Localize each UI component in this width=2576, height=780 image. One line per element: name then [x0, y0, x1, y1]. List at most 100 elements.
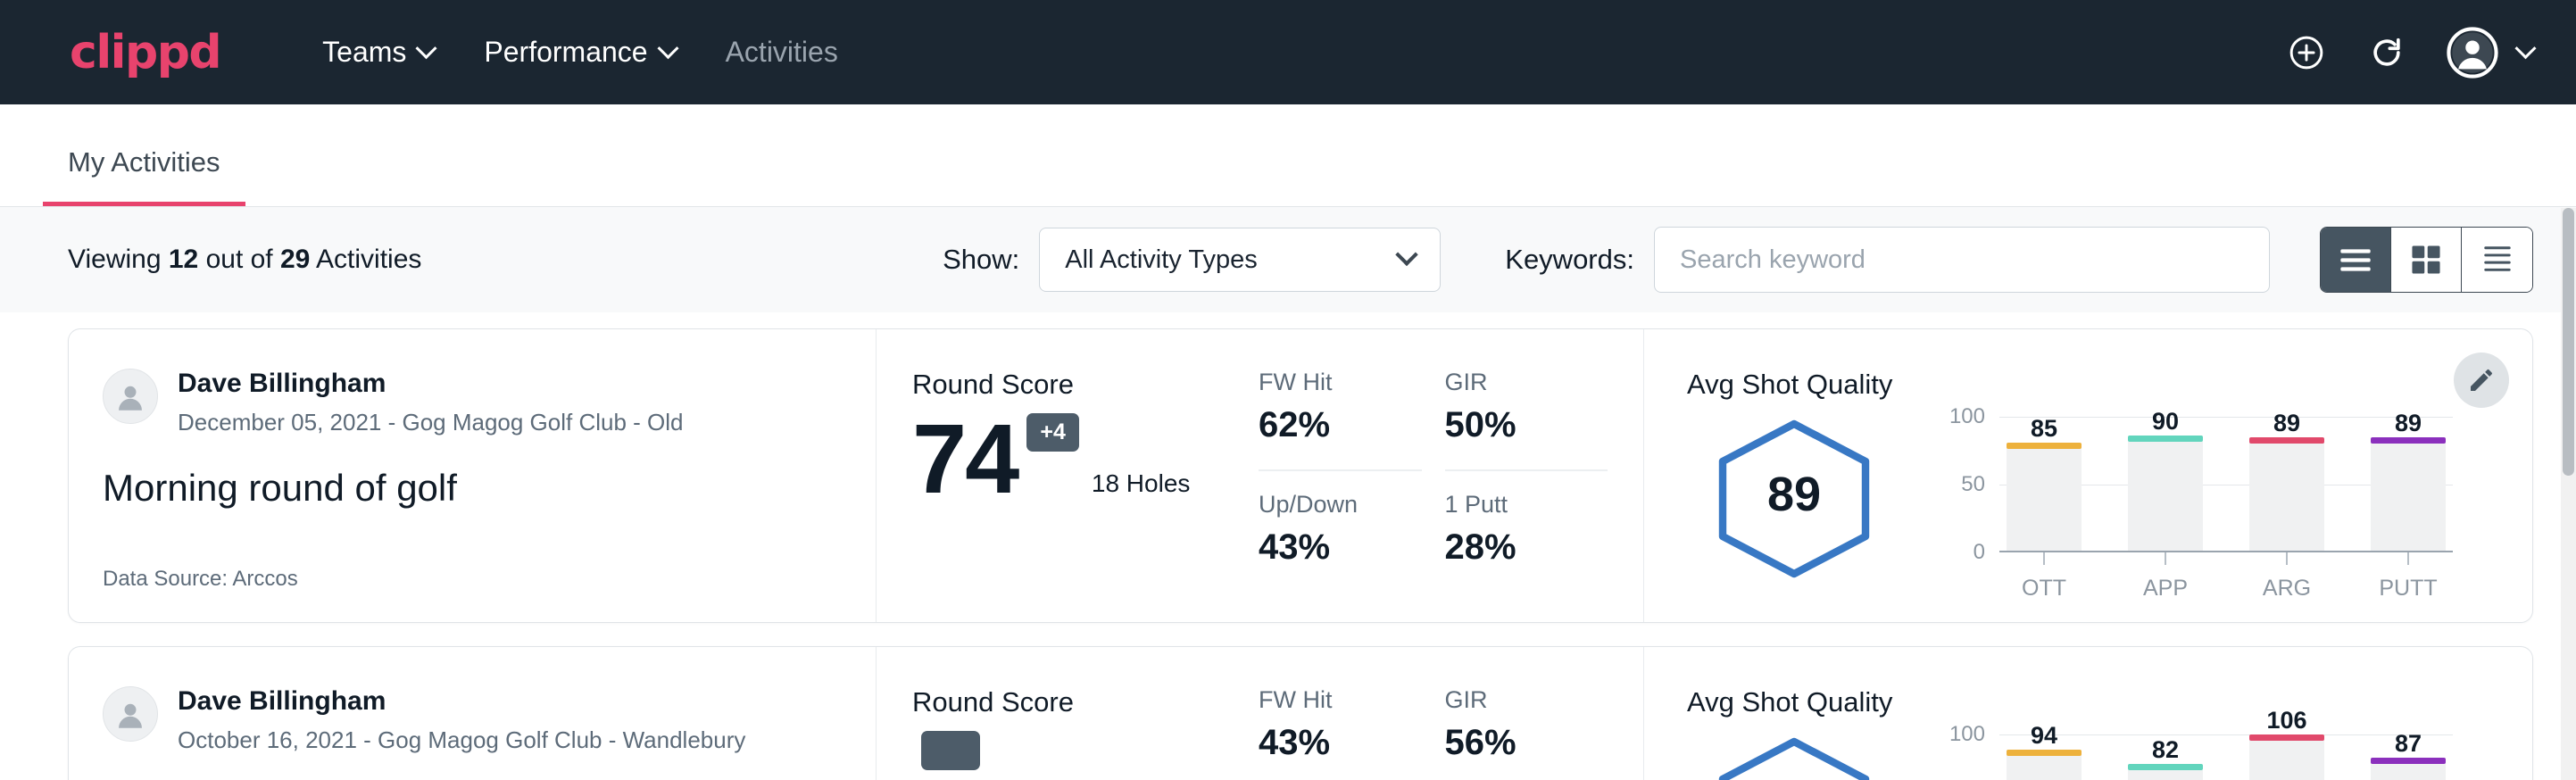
search-input[interactable]: [1654, 227, 2270, 293]
stat-fw-hit: FW Hit 43%: [1259, 686, 1422, 780]
nav-item-teams-label: Teams: [322, 36, 406, 69]
round-score-label: Round Score: [912, 686, 1251, 718]
activity-card[interactable]: Dave Billingham December 05, 2021 - Gog …: [68, 328, 2533, 623]
stat-gir-value: 56%: [1445, 723, 1608, 763]
bar-app-cap: [2128, 764, 2203, 770]
chart-plot-area: 100 50 0 94 82: [1999, 734, 2453, 780]
view-mode-toggle: [2320, 227, 2533, 293]
avg-shot-quality-section: Avg Shot Quality 89 100 50 0: [1644, 329, 2532, 622]
filter-bar: Viewing 12 out of 29 Activities Show: Al…: [0, 207, 2576, 312]
chevron-down-icon: [416, 37, 437, 59]
chart-ticks: [2007, 552, 2446, 565]
bar-putt-cap: [2371, 437, 2446, 444]
person-icon: [112, 378, 149, 415]
bar-arg-value: 89: [2249, 410, 2324, 437]
brand-logo[interactable]: clippd: [70, 29, 220, 76]
avg-shot-quality-body: 100 50 0 94 82: [1687, 734, 2497, 780]
score-to-par-badge: +4: [1026, 413, 1079, 452]
chart-x-labels: OTT APP ARG PUTT: [2007, 576, 2446, 602]
bar-ott-cap: [2007, 750, 2082, 756]
bar-arg-cap: [2249, 734, 2324, 741]
ytick-50: 50: [1961, 472, 1985, 497]
xlabel-arg: ARG: [2249, 576, 2324, 602]
tick-arg: [2249, 552, 2324, 565]
chevron-down-icon: [2514, 37, 2536, 59]
nav-item-teams[interactable]: Teams: [297, 36, 459, 69]
bar-ott: 85: [2007, 417, 2082, 551]
avatar: [103, 686, 158, 742]
bar-ott-value: 94: [2007, 722, 2082, 750]
tick-app: [2128, 552, 2203, 565]
person-icon: [2447, 27, 2498, 79]
stat-gir-label: GIR: [1445, 686, 1608, 714]
activity-type-value: All Activity Types: [1065, 245, 1257, 275]
round-stats: FW Hit 43% GIR 56%: [1251, 647, 1644, 780]
avg-shot-quality-label: Avg Shot Quality: [1687, 686, 2497, 718]
stat-one-putt-label: 1 Putt: [1445, 491, 1608, 519]
grid-view-button[interactable]: [2391, 228, 2462, 292]
stat-up-down: Up/Down 43%: [1259, 491, 1422, 592]
bar-putt: 89: [2371, 417, 2446, 551]
tick-putt: [2371, 552, 2446, 565]
stat-fw-hit-value: 43%: [1259, 723, 1422, 763]
activity-list: Dave Billingham December 05, 2021 - Gog …: [0, 312, 2576, 780]
bar-app: 82: [2128, 734, 2203, 780]
add-circle-icon[interactable]: [2286, 32, 2327, 73]
chart-bars: 85 90: [2007, 417, 2446, 551]
bar-ott-value: 85: [2007, 415, 2082, 443]
account-avatar[interactable]: [2447, 27, 2533, 79]
round-score-row: [912, 731, 1251, 780]
bar-putt-cap: [2371, 758, 2446, 764]
xlabel-app: APP: [2128, 576, 2203, 602]
avg-shot-quality-section: Avg Shot Quality 100 50 0: [1644, 647, 2532, 780]
activity-title: Morning round of golf: [103, 467, 840, 510]
round-score-value: 74: [912, 413, 1018, 507]
nav-item-activities[interactable]: Activities: [701, 36, 863, 69]
show-label: Show:: [943, 244, 1019, 276]
xlabel-putt: PUTT: [2371, 576, 2446, 602]
edit-activity-button[interactable]: [2454, 353, 2509, 408]
viewing-suffix: Activities: [310, 245, 421, 274]
pencil-icon: [2467, 366, 2496, 394]
bar-app-cap: [2128, 436, 2203, 442]
bar-arg-cap: [2249, 437, 2324, 444]
chart-bars: 94 82: [2007, 734, 2446, 780]
shot-quality-chart: 100 50 0 85 90: [1953, 417, 2453, 602]
activity-card[interactable]: Dave Billingham October 16, 2021 - Gog M…: [68, 646, 2533, 780]
nav-item-performance[interactable]: Performance: [459, 36, 700, 69]
bar-putt-value: 89: [2371, 410, 2446, 437]
stat-gir: GIR 56%: [1445, 686, 1608, 780]
bar-arg-value: 106: [2249, 707, 2324, 734]
activity-identity: Dave Billingham October 16, 2021 - Gog M…: [69, 647, 877, 780]
viewing-total: 29: [280, 245, 310, 274]
avg-shot-quality-body: 89 100 50 0 85: [1687, 417, 2497, 602]
person-icon: [112, 695, 149, 733]
activity-user: Dave Billingham October 16, 2021 - Gog M…: [103, 686, 840, 754]
bar-arg: 106: [2249, 734, 2324, 780]
chevron-down-icon: [657, 37, 678, 59]
round-score-row: 74 +4 18 Holes: [912, 413, 1251, 507]
scrollbar-thumb[interactable]: [2563, 208, 2574, 476]
viewing-mid: out of: [198, 245, 280, 274]
page-scrollbar[interactable]: [2561, 208, 2576, 780]
tab-my-activities[interactable]: My Activities: [43, 146, 245, 206]
stat-up-down-value: 43%: [1259, 527, 1422, 568]
viewing-count-text: Viewing 12 out of 29 Activities: [68, 245, 421, 275]
tab-strip: My Activities: [0, 104, 2576, 207]
score-to-par-badge: [921, 731, 980, 770]
compact-view-button[interactable]: [2462, 228, 2532, 292]
refresh-icon[interactable]: [2366, 32, 2407, 73]
xlabel-ott: OTT: [2007, 576, 2082, 602]
quality-score-value: 89: [1687, 467, 1901, 522]
avg-shot-quality-label: Avg Shot Quality: [1687, 369, 2497, 401]
stat-one-putt: 1 Putt 28%: [1445, 491, 1608, 592]
primary-nav: Teams Performance Activities: [297, 36, 863, 69]
stat-fw-hit-value: 62%: [1259, 405, 1422, 445]
chart-plot-area: 100 50 0 85 90: [1999, 417, 2453, 552]
top-navbar: clippd Teams Performance Activities: [0, 0, 2576, 104]
activity-type-select[interactable]: All Activity Types: [1039, 228, 1441, 292]
navbar-actions: [2286, 27, 2533, 79]
activity-meta: October 16, 2021 - Gog Magog Golf Club -…: [178, 726, 745, 754]
quality-hexagon: 89: [1687, 417, 1901, 581]
list-view-button[interactable]: [2321, 228, 2391, 292]
